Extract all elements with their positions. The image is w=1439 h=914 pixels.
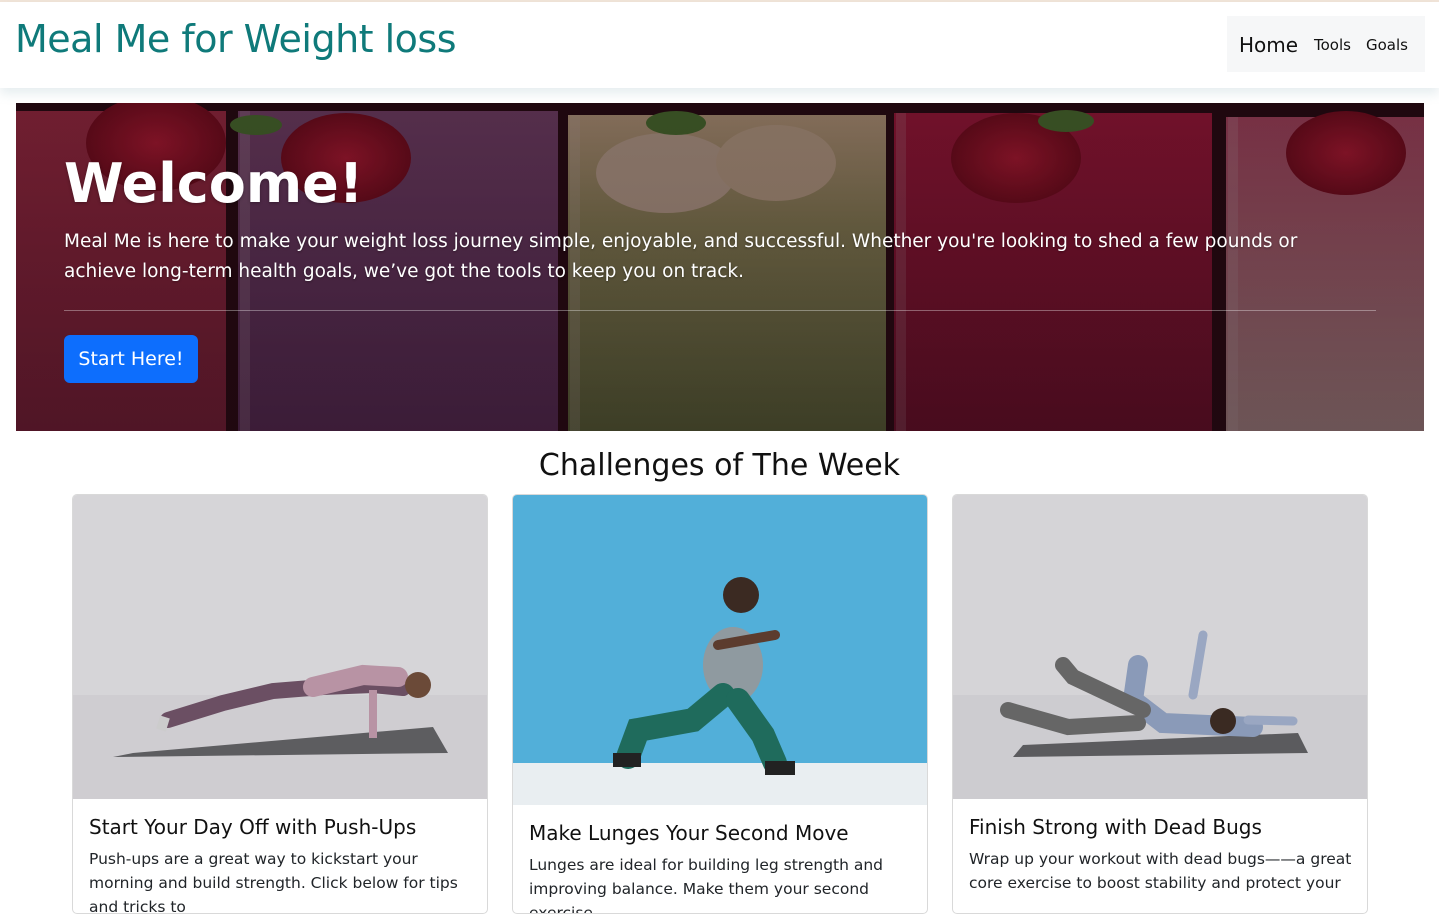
hero-description: Meal Me is here to make your weight loss… — [64, 231, 1298, 282]
challenges-title: Challenges of The Week — [538, 448, 901, 483]
nav-tools-link[interactable]: Tools — [1314, 36, 1351, 54]
card-title: Start Your Day Off with Push-Ups — [89, 815, 417, 839]
card-text: Lunges are ideal for building leg streng… — [529, 856, 884, 914]
challenge-card-lunges[interactable]: Make Lunges Your Second Move Lunges are … — [512, 494, 928, 914]
card-title: Make Lunges Your Second Move — [529, 821, 849, 845]
brand-title[interactable]: Meal Me for Weight loss — [15, 16, 457, 62]
nav-goals-link[interactable]: Goals — [1366, 36, 1408, 54]
nav-links: Home Tools Goals — [1227, 16, 1425, 72]
navbar: Meal Me for Weight loss Home Tools Goals — [0, 2, 1439, 88]
challenge-card-pushups[interactable]: Start Your Day Off with Push-Ups Push-up… — [72, 494, 488, 914]
hero-divider — [64, 310, 1376, 311]
start-here-button[interactable]: Start Here! — [64, 335, 198, 383]
card-text: Wrap up your workout with dead bugs——a g… — [969, 850, 1352, 892]
card-title: Finish Strong with Dead Bugs — [969, 815, 1262, 839]
hero-title: Welcome! — [64, 152, 364, 215]
hero-banner: Welcome! Meal Me is here to make your we… — [16, 103, 1424, 431]
nav-home-link[interactable]: Home — [1239, 33, 1298, 57]
card-text: Push-ups are a great way to kickstart yo… — [89, 850, 458, 914]
push-up-photo — [73, 495, 487, 799]
dead-bug-photo — [953, 495, 1367, 799]
challenge-card-dead-bugs[interactable]: Finish Strong with Dead Bugs Wrap up you… — [952, 494, 1368, 914]
lunge-photo — [513, 495, 927, 805]
